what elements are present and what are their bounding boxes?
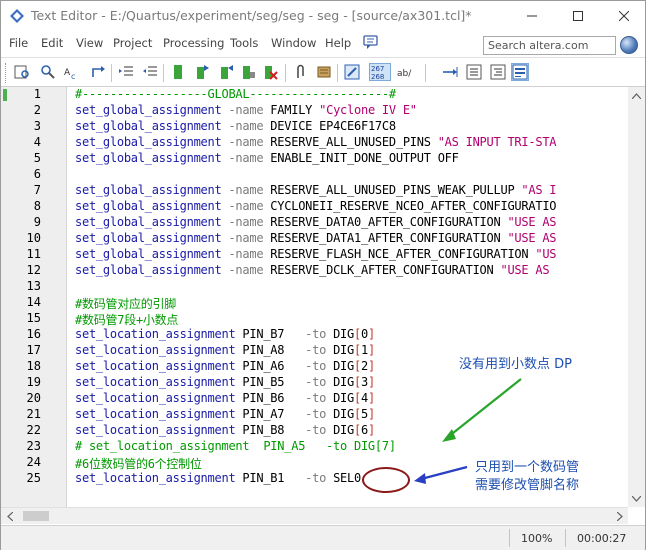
blue-arrow-line (420, 465, 468, 481)
annotation-arrows (414, 378, 522, 484)
text-editor-window: Text Editor - E:/Quartus/experiment/seg/… (0, 0, 646, 550)
green-arrow-line (447, 378, 522, 438)
blue-arrow-head (414, 473, 426, 484)
